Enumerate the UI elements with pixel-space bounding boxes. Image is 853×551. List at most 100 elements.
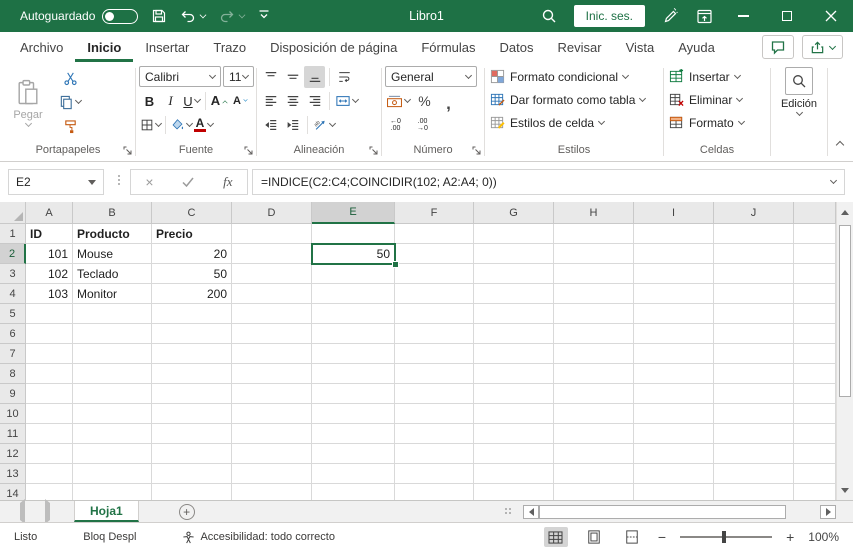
cell-E1[interactable]	[312, 224, 395, 244]
cell-G9[interactable]	[474, 384, 554, 404]
cell-C1[interactable]: Precio	[152, 224, 232, 244]
cell-D5[interactable]	[232, 304, 312, 324]
tab-disposición-de-página[interactable]: Disposición de página	[258, 32, 409, 62]
cell-C7[interactable]	[152, 344, 232, 364]
align-left-button[interactable]	[260, 90, 281, 112]
cell-F5[interactable]	[395, 304, 474, 324]
row-header-8[interactable]: 8	[0, 364, 26, 384]
cell-H5[interactable]	[554, 304, 634, 324]
scroll-up-button[interactable]	[837, 202, 853, 222]
sheet-tab-hoja1[interactable]: Hoja1	[74, 501, 139, 522]
cell-B7[interactable]	[73, 344, 152, 364]
zoom-level[interactable]: 100%	[808, 530, 839, 544]
underline-button[interactable]: U	[181, 90, 202, 112]
cell-F2[interactable]	[395, 244, 474, 264]
cell-J1[interactable]	[714, 224, 794, 244]
vertical-scrollbar[interactable]	[836, 202, 853, 500]
next-sheet-button[interactable]	[45, 498, 50, 524]
row-header-12[interactable]: 12	[0, 444, 26, 464]
editing-button[interactable]: Edición	[777, 67, 821, 117]
cell-E4[interactable]	[312, 284, 395, 304]
cell-E2[interactable]: 50	[312, 244, 395, 264]
cell-J13[interactable]	[714, 464, 794, 484]
cell-F9[interactable]	[395, 384, 474, 404]
maximize-button[interactable]	[765, 0, 809, 32]
close-button[interactable]	[809, 0, 853, 32]
increase-decimal-button[interactable]: ←0.00	[385, 114, 406, 136]
row-header-10[interactable]: 10	[0, 404, 26, 424]
tab-ayuda[interactable]: Ayuda	[666, 32, 727, 62]
cell-partial-5[interactable]	[794, 304, 836, 324]
customize-toolbar-button[interactable]	[258, 7, 270, 25]
cell-B12[interactable]	[73, 444, 152, 464]
alignment-dialog-launcher[interactable]	[369, 146, 378, 158]
cell-D9[interactable]	[232, 384, 312, 404]
zoom-out-button[interactable]: −	[658, 530, 666, 544]
cell-partial-2[interactable]	[794, 244, 836, 264]
cell-partial-14[interactable]	[794, 484, 836, 500]
cell-G7[interactable]	[474, 344, 554, 364]
horizontal-scrollbar[interactable]	[523, 503, 836, 521]
cell-G3[interactable]	[474, 264, 554, 284]
cell-partial-8[interactable]	[794, 364, 836, 384]
cell-B4[interactable]: Monitor	[73, 284, 152, 304]
cell-E7[interactable]	[312, 344, 395, 364]
cell-B11[interactable]	[73, 424, 152, 444]
row-header-3[interactable]: 3	[0, 264, 26, 284]
cell-H11[interactable]	[554, 424, 634, 444]
cell-J2[interactable]	[714, 244, 794, 264]
vertical-scroll-thumb[interactable]	[839, 225, 851, 397]
cell-H1[interactable]	[554, 224, 634, 244]
cell-I10[interactable]	[634, 404, 714, 424]
column-header-D[interactable]: D	[232, 202, 312, 224]
cell-D3[interactable]	[232, 264, 312, 284]
cell-H14[interactable]	[554, 484, 634, 500]
cell-C8[interactable]	[152, 364, 232, 384]
comments-button[interactable]	[762, 35, 794, 59]
increase-font-button[interactable]: A	[209, 90, 230, 112]
cell-E9[interactable]	[312, 384, 395, 404]
cell-I14[interactable]	[634, 484, 714, 500]
cell-C4[interactable]: 200	[152, 284, 232, 304]
share-button[interactable]	[802, 35, 843, 59]
cell-D12[interactable]	[232, 444, 312, 464]
cell-C6[interactable]	[152, 324, 232, 344]
increase-indent-button[interactable]	[282, 114, 303, 136]
italic-button[interactable]: I	[160, 90, 181, 112]
cell-H4[interactable]	[554, 284, 634, 304]
cell-I8[interactable]	[634, 364, 714, 384]
cell-J6[interactable]	[714, 324, 794, 344]
insert-cells-button[interactable]: Insertar	[669, 65, 741, 88]
save-button[interactable]	[151, 0, 167, 32]
cell-H2[interactable]	[554, 244, 634, 264]
copy-button[interactable]	[58, 91, 83, 113]
cell-partial-9[interactable]	[794, 384, 836, 404]
cell-G13[interactable]	[474, 464, 554, 484]
cell-G2[interactable]	[474, 244, 554, 264]
scroll-down-button[interactable]	[837, 480, 853, 500]
merge-center-button[interactable]	[334, 90, 360, 112]
row-header-2[interactable]: 2	[0, 244, 26, 264]
search-button[interactable]	[532, 0, 566, 32]
cell-J14[interactable]	[714, 484, 794, 500]
name-box[interactable]: E2	[8, 169, 104, 195]
column-header-A[interactable]: A	[26, 202, 73, 224]
cell-E14[interactable]	[312, 484, 395, 500]
decrease-decimal-button[interactable]: .00 →0	[412, 114, 433, 136]
cell-B10[interactable]	[73, 404, 152, 424]
cell-C14[interactable]	[152, 484, 232, 500]
tab-datos[interactable]: Datos	[488, 32, 546, 62]
cell-G4[interactable]	[474, 284, 554, 304]
tab-fórmulas[interactable]: Fórmulas	[409, 32, 487, 62]
font-dialog-launcher[interactable]	[244, 146, 253, 158]
cell-H8[interactable]	[554, 364, 634, 384]
undo-button[interactable]	[180, 8, 207, 24]
column-header-H[interactable]: H	[554, 202, 634, 224]
minimize-button[interactable]	[721, 0, 765, 32]
align-middle-button[interactable]	[282, 66, 303, 88]
cell-G6[interactable]	[474, 324, 554, 344]
cell-C3[interactable]: 50	[152, 264, 232, 284]
tab-archivo[interactable]: Archivo	[8, 32, 75, 62]
cell-F11[interactable]	[395, 424, 474, 444]
row-header-4[interactable]: 4	[0, 284, 26, 304]
